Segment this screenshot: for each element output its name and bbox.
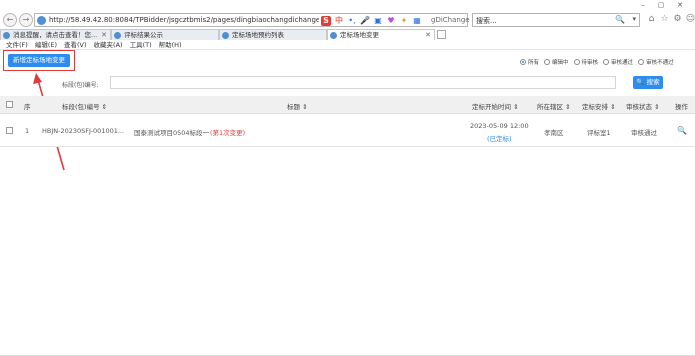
radio-approved[interactable]: 审核通过: [603, 58, 633, 66]
section-code-input[interactable]: [110, 76, 616, 89]
col-action: 操作: [675, 103, 688, 111]
cell-seq: 1: [25, 127, 30, 135]
cell-title: 国泰测试项目0504标段一: [134, 129, 210, 137]
select-all-checkbox[interactable]: [6, 101, 13, 108]
col-status[interactable]: 审核状态 ⇕: [626, 101, 660, 111]
radio-label: 审核通过: [611, 60, 634, 66]
radio-dot-icon: [544, 59, 551, 65]
radio-pending[interactable]: 待审核: [573, 58, 599, 66]
table-header: 序 标段(包)编号 ⇕ 标题 ⇕ 定标开始时间 ⇕ 所在辖区 ⇕ 定标安排 ⇕ …: [0, 96, 695, 114]
col-start-time[interactable]: 定标开始时间 ⇕: [472, 101, 519, 111]
section-code-label: 标段(包)编号:: [62, 82, 99, 89]
cell-start-note[interactable]: (已定标): [487, 133, 512, 143]
radio-dot-icon: [638, 59, 645, 65]
col-code[interactable]: 标段(包)编号 ⇕: [62, 101, 107, 111]
view-detail-icon[interactable]: 🔍: [677, 126, 687, 135]
search-button[interactable]: 🔍 搜索: [633, 76, 663, 89]
status-filter-radios: 所有 编辑中 待审核 审核通过 审核不通过: [520, 58, 674, 66]
row-checkbox[interactable]: [6, 127, 13, 134]
radio-label: 审核不通过: [646, 60, 674, 66]
table-row: 1 HBJN-20230SFJ-001001... 国泰测试项目0504标段一 …: [0, 114, 695, 147]
cell-code: HBJN-20230SFJ-001001...: [42, 127, 125, 135]
radio-dot-icon: [573, 59, 580, 65]
cell-arrange: 评标室1: [587, 129, 611, 137]
radio-label: 编辑中: [552, 60, 569, 66]
radio-editing[interactable]: 编辑中: [544, 58, 569, 66]
cell-title-note: (第1次变更): [210, 129, 246, 137]
radio-dot-icon: [603, 59, 610, 65]
col-arrange[interactable]: 定标安排 ⇕: [582, 101, 616, 111]
radio-rejected[interactable]: 审核不通过: [638, 58, 674, 66]
radio-all[interactable]: 所有: [520, 58, 539, 66]
col-title[interactable]: 标题 ⇕: [287, 101, 308, 111]
radio-label: 待审核: [581, 60, 599, 66]
radio-label: 所有: [528, 60, 540, 66]
radio-dot-icon: [520, 59, 526, 65]
cell-start-time: 2023-05-09 12:00: [470, 122, 529, 130]
annotation-arrow-icon: [33, 73, 65, 171]
cell-status: 审核通过: [631, 129, 657, 137]
col-district[interactable]: 所在辖区 ⇕: [537, 101, 571, 111]
cell-district: 孝南区: [544, 129, 564, 137]
col-seq: 序: [24, 103, 31, 111]
